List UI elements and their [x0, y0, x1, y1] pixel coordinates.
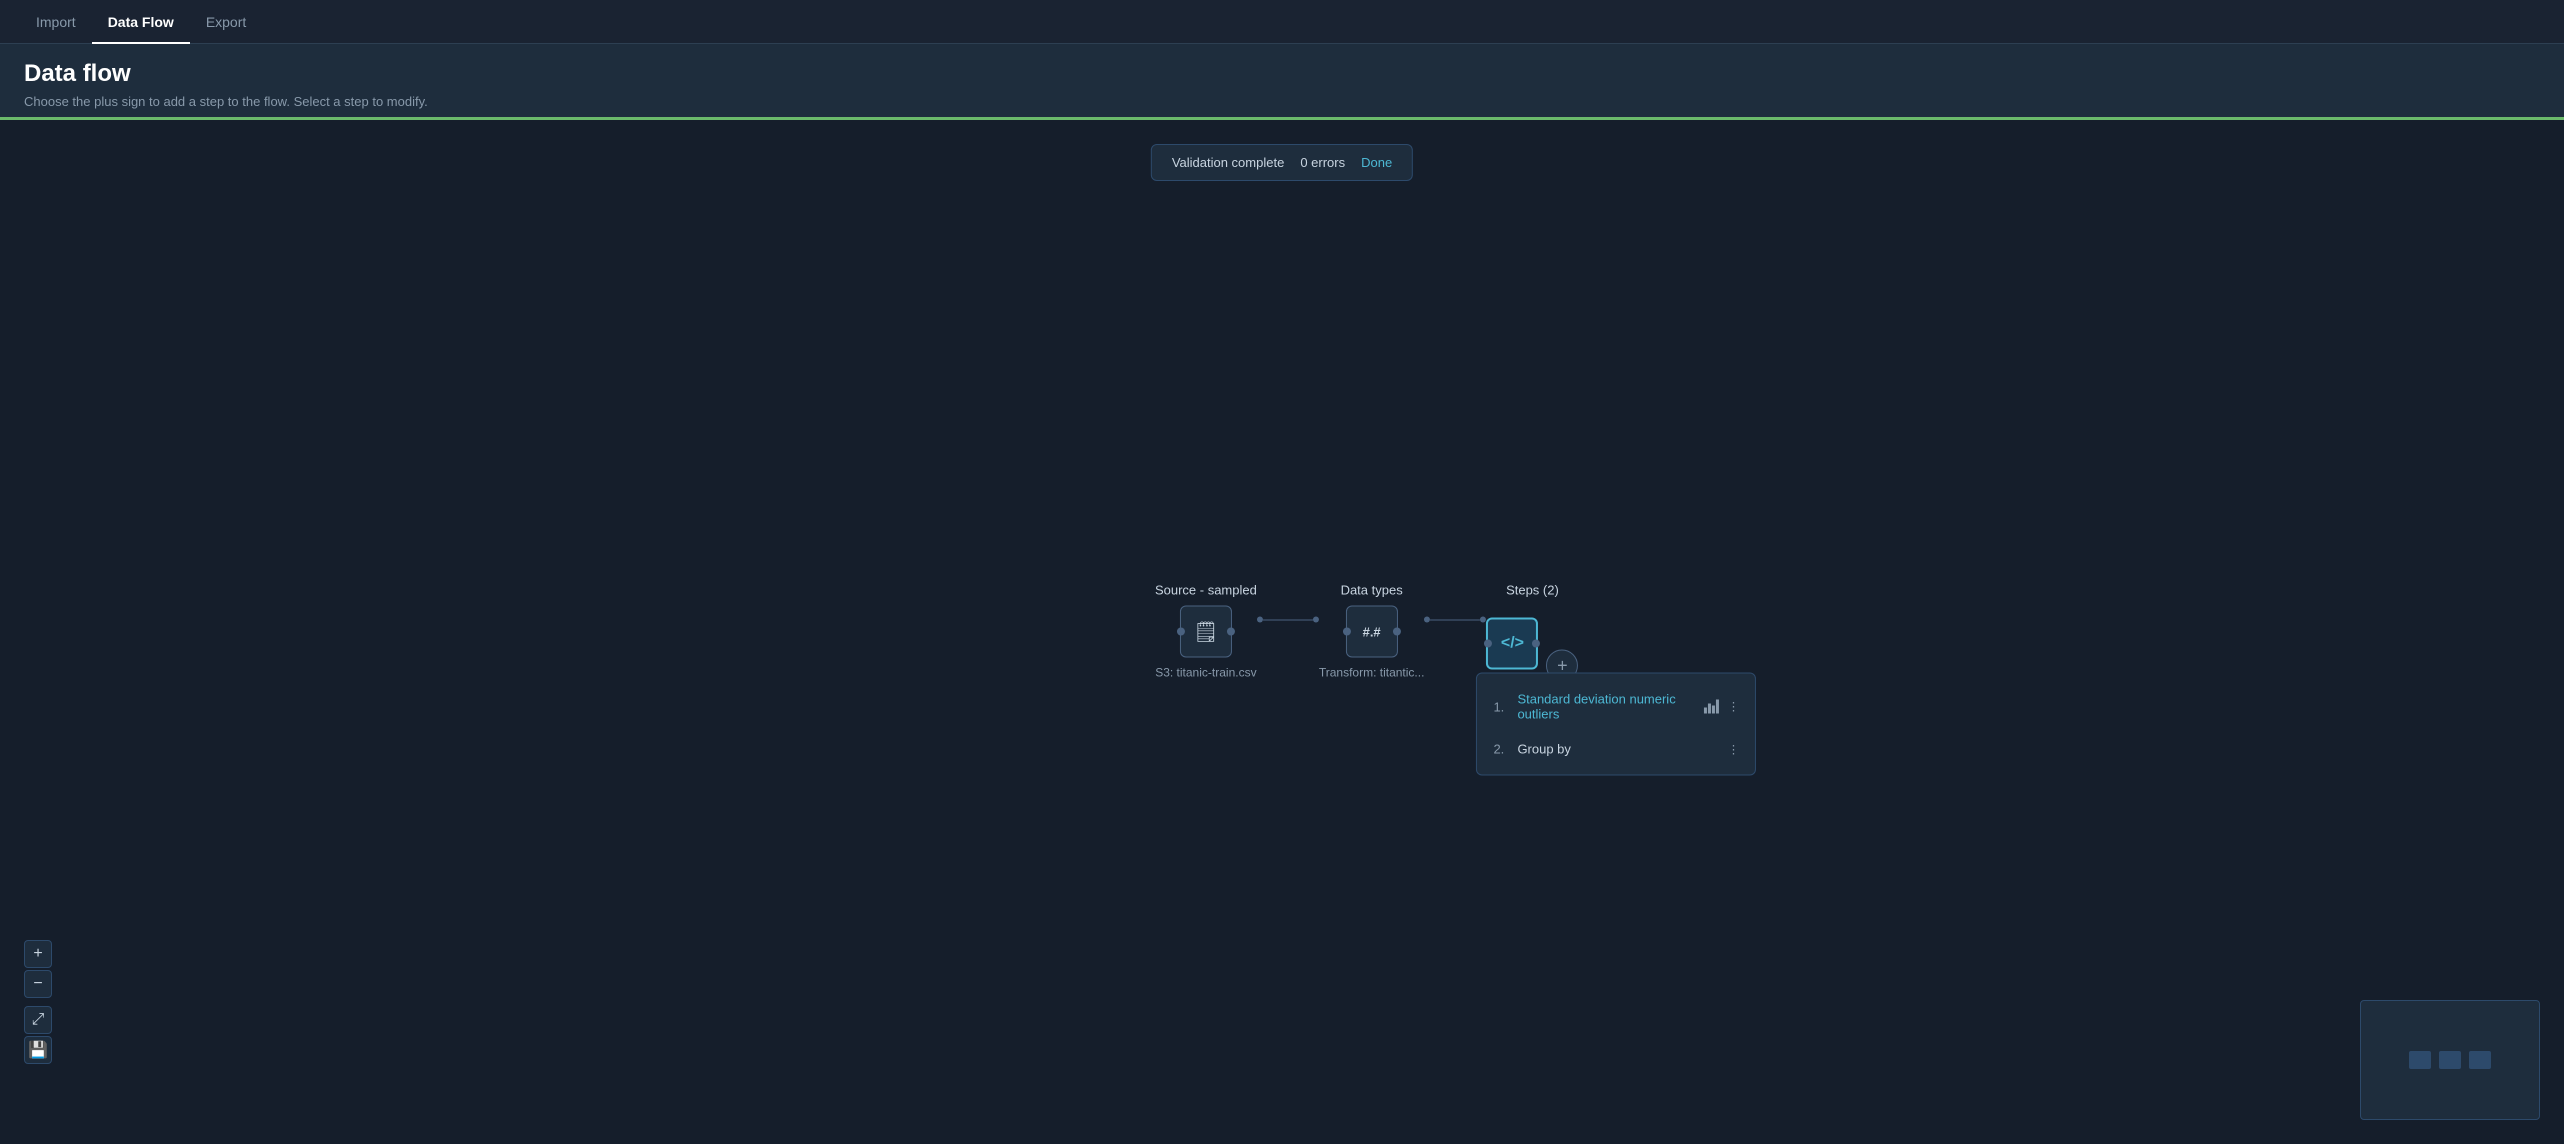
source-node-label: Source - sampled — [1155, 583, 1257, 598]
zoom-controls: + − ⤢ 💾 — [24, 940, 52, 1064]
bar-chart-icon[interactable] — [1704, 700, 1719, 714]
source-node-wrapper: Source - sampled 🗒 S3: titanic-train.csv — [1155, 583, 1257, 680]
fit-button[interactable]: ⤢ — [24, 1006, 52, 1034]
document-icon: 🗒 — [1193, 619, 1218, 644]
mini-map-inner — [2361, 1001, 2539, 1119]
steps-flow-row: </> + — [1486, 606, 1578, 682]
line-1 — [1263, 619, 1313, 620]
tab-import[interactable]: Import — [20, 0, 92, 44]
popup-item-1-link[interactable]: Standard deviation numeric outliers — [1517, 692, 1696, 722]
mini-node-1 — [2409, 1051, 2431, 1069]
code-icon: </> — [1501, 635, 1524, 653]
steps-node-label: Steps (2) — [1506, 583, 1559, 598]
page-subtitle: Choose the plus sign to add a step to th… — [24, 94, 2540, 109]
mini-node-3 — [2469, 1051, 2491, 1069]
hash-icon: #.# — [1363, 624, 1381, 639]
source-node[interactable]: 🗒 — [1180, 606, 1232, 658]
steps-left-connector — [1484, 640, 1492, 648]
mini-node-2 — [2439, 1051, 2461, 1069]
page-header: Data flow Choose the plus sign to add a … — [0, 44, 2564, 117]
tab-export[interactable]: Export — [190, 0, 262, 44]
validation-errors: 0 errors — [1300, 155, 1345, 170]
steps-popup: 1. Standard deviation numeric outliers ⋮… — [1476, 673, 1756, 776]
datatypes-node-label: Data types — [1341, 583, 1403, 598]
source-left-connector — [1177, 628, 1185, 636]
popup-item-1[interactable]: 1. Standard deviation numeric outliers ⋮ — [1477, 682, 1755, 732]
steps-node-wrapper: Steps (2) </> + 1. Standard deviation nu… — [1486, 583, 1578, 682]
popup-item-1-number: 1. — [1493, 699, 1509, 714]
zoom-in-button[interactable]: + — [24, 940, 52, 968]
datatypes-node-sublabel: Transform: titantic... — [1319, 666, 1425, 680]
datatypes-node-wrapper: Data types #.# Transform: titantic... — [1319, 583, 1425, 680]
source-node-sublabel: S3: titanic-train.csv — [1155, 666, 1256, 680]
steps-node[interactable]: </> — [1486, 618, 1538, 670]
zoom-out-button[interactable]: − — [24, 970, 52, 998]
popup-item-2-number: 2. — [1493, 742, 1509, 757]
save-button[interactable]: 💾 — [24, 1036, 52, 1064]
zoom-separator — [24, 1000, 52, 1004]
datatypes-flow-row: #.# — [1346, 606, 1398, 658]
popup-item-2-menu-icon[interactable]: ⋮ — [1727, 742, 1739, 756]
page-title: Data flow — [24, 60, 2540, 88]
mini-map — [2360, 1000, 2540, 1120]
top-navigation: Import Data Flow Export — [0, 0, 2564, 44]
connector-2 — [1424, 617, 1486, 623]
flow-diagram: Source - sampled 🗒 S3: titanic-train.csv… — [1155, 583, 1578, 682]
connector-1 — [1257, 617, 1319, 623]
validation-done-button[interactable]: Done — [1361, 155, 1392, 170]
datatypes-node[interactable]: #.# — [1346, 606, 1398, 658]
popup-item-2-text: Group by — [1517, 742, 1719, 757]
flow-canvas: Validation complete 0 errors Done Source… — [0, 120, 2564, 1144]
datatypes-left-connector — [1343, 628, 1351, 636]
validation-text: Validation complete — [1172, 155, 1285, 170]
datatypes-right-connector — [1393, 628, 1401, 636]
tab-dataflow[interactable]: Data Flow — [92, 0, 190, 44]
source-flow-row: 🗒 — [1180, 606, 1232, 658]
source-right-connector — [1227, 628, 1235, 636]
popup-item-1-menu-icon[interactable]: ⋮ — [1727, 700, 1739, 714]
steps-right-connector — [1532, 640, 1540, 648]
validation-banner: Validation complete 0 errors Done — [1151, 144, 1413, 181]
popup-item-2[interactable]: 2. Group by ⋮ — [1477, 732, 1755, 767]
line-2 — [1430, 619, 1480, 620]
